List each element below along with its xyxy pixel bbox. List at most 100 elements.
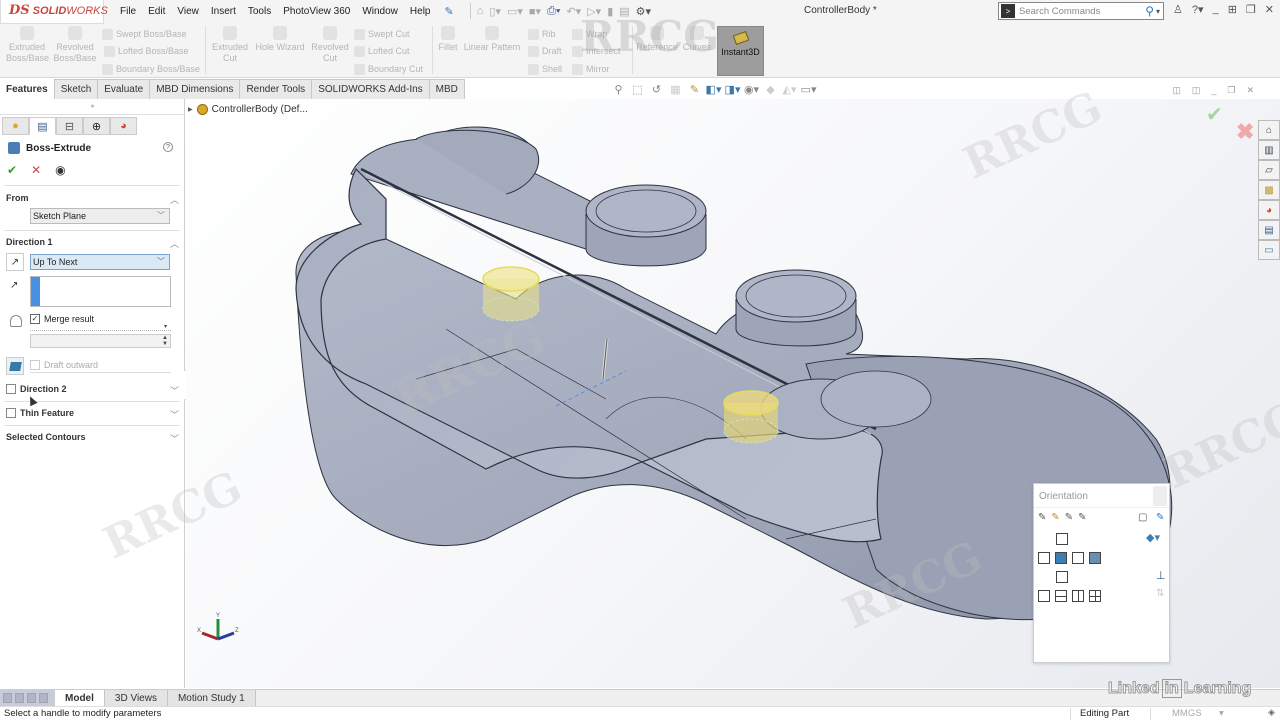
tab-motion-study[interactable]: Motion Study 1: [167, 690, 256, 706]
pin-menu-icon[interactable]: ✎: [444, 5, 453, 18]
menu-tools[interactable]: Tools: [248, 6, 271, 17]
isometric-dropdown-icon[interactable]: ◆▾: [1146, 531, 1160, 544]
unit-system-selector[interactable]: MMGS: [1172, 708, 1202, 719]
curves-button[interactable]: Curves: [680, 26, 714, 53]
help-icon[interactable]: ?▾: [1192, 3, 1204, 16]
expand-chevron-icon[interactable]: ﹀: [170, 432, 179, 445]
view-orientation-icon[interactable]: ◧▾: [706, 83, 722, 96]
appearances-tab[interactable]: ◕: [1258, 200, 1280, 220]
view-bottom-icon[interactable]: [1056, 571, 1068, 583]
select-icon[interactable]: ▷▾: [587, 5, 601, 18]
view-front-icon[interactable]: [1055, 552, 1067, 564]
pin-dialog-icon[interactable]: ✎: [1156, 512, 1164, 523]
boundary-boss-button[interactable]: Boundary Boss/Base: [102, 64, 200, 76]
minimize-icon[interactable]: _: [1213, 3, 1219, 16]
mirror-button[interactable]: Mirror: [572, 64, 610, 76]
tab-evaluate[interactable]: Evaluate: [98, 79, 151, 99]
undo-icon[interactable]: ↶▾: [566, 5, 581, 18]
menu-file[interactable]: File: [120, 6, 136, 17]
dimxpert-manager-tab[interactable]: ⊕: [83, 117, 110, 135]
lofted-boss-button[interactable]: Lofted Boss/Base: [104, 46, 189, 58]
view-settings-icon[interactable]: ▭▾: [801, 83, 817, 96]
hide-show-items-icon[interactable]: ◉▾: [744, 83, 759, 96]
file-explorer-tab[interactable]: ▱: [1258, 160, 1280, 180]
reset-standard-views-icon[interactable]: ✎: [1065, 512, 1073, 523]
ok-checkmark-icon[interactable]: ✔: [7, 163, 17, 177]
feature-manager-tab[interactable]: ●: [2, 117, 29, 135]
update-standard-views-icon[interactable]: ✎: [1051, 512, 1059, 523]
tab-model[interactable]: Model: [55, 690, 105, 706]
fillet-button[interactable]: Fillet: [436, 26, 460, 53]
two-view-horizontal-icon[interactable]: [1055, 590, 1067, 602]
tab-mbd[interactable]: MBD: [429, 79, 465, 99]
zoom-to-area-icon[interactable]: ⬚: [631, 83, 644, 96]
save-icon[interactable]: ■▾: [529, 5, 541, 18]
instant3d-button[interactable]: Instant3D: [717, 26, 764, 76]
orientation-close-button[interactable]: [1153, 486, 1167, 506]
configuration-manager-tab[interactable]: ⊟: [56, 117, 83, 135]
intersect-button[interactable]: Intersect: [572, 46, 621, 58]
search-dropdown-icon[interactable]: ▾: [1156, 7, 1160, 16]
single-view-icon[interactable]: [1038, 590, 1050, 602]
tile-icon[interactable]: ⊞: [1228, 3, 1237, 16]
from-group-header[interactable]: From ︿: [6, 193, 179, 206]
zoom-to-fit-icon[interactable]: ⚲: [612, 83, 625, 96]
expand-chevron-icon[interactable]: ﹀: [170, 384, 179, 397]
menu-insert[interactable]: Insert: [211, 6, 236, 17]
extrude-preview-2[interactable]: [723, 390, 779, 444]
confirm-ok-icon[interactable]: ✔: [1206, 102, 1223, 127]
new-document-icon[interactable]: ▯▾: [489, 5, 501, 18]
tab-mbd-dimensions[interactable]: MBD Dimensions: [150, 79, 241, 99]
viewport-restore-icon[interactable]: ❐: [1227, 85, 1235, 96]
merge-result-check[interactable]: ✓: [30, 314, 40, 324]
reverse-direction-button[interactable]: ↗: [6, 253, 24, 271]
collapse-chevron-icon[interactable]: ︿: [170, 237, 179, 250]
units-dropdown-icon[interactable]: ▾: [1219, 708, 1224, 719]
revolved-boss-button[interactable]: Revolved Boss/Base: [53, 26, 97, 64]
cancel-x-icon[interactable]: ✕: [31, 163, 41, 177]
from-select[interactable]: Sketch Plane ﹀: [30, 208, 170, 224]
display-style-icon[interactable]: ◨▾: [725, 83, 741, 96]
section-view-icon[interactable]: ▦: [669, 83, 682, 96]
view-top-icon[interactable]: [1056, 533, 1068, 545]
new-view-icon[interactable]: ✎: [1038, 512, 1046, 523]
selected-contours-header[interactable]: Selected Contours ﹀: [6, 432, 179, 445]
solidworks-resources-tab[interactable]: ⌂: [1258, 120, 1280, 140]
shell-button[interactable]: Shell: [528, 64, 562, 76]
view-left-icon[interactable]: [1038, 552, 1050, 564]
spinner-arrows-icon[interactable]: ▲ ▼: [162, 335, 168, 347]
view-back-icon[interactable]: [1089, 552, 1101, 564]
options-gear-icon[interactable]: ⚙▾: [636, 5, 651, 18]
prev-window-icon[interactable]: ◫: [1172, 85, 1181, 96]
previous-view-icon[interactable]: ↺: [650, 83, 663, 96]
menu-window[interactable]: Window: [362, 6, 398, 17]
tab-solidworks-addins[interactable]: SOLIDWORKS Add-Ins: [312, 79, 430, 99]
menu-help[interactable]: Help: [410, 6, 431, 17]
thin-feature-checkbox[interactable]: Thin Feature: [6, 408, 74, 418]
graphics-area[interactable]: ▶ ControllerBody (Def... ✔ ✖ Y X Z Orien…: [186, 99, 1280, 688]
normal-to-icon[interactable]: ⊥: [1156, 569, 1166, 582]
viewport-minimize-icon[interactable]: _: [1211, 85, 1216, 96]
direction2-checkbox[interactable]: Direction 2: [6, 384, 67, 394]
rib-button[interactable]: Rib: [528, 29, 556, 41]
file-properties-icon[interactable]: ▤: [619, 5, 629, 18]
link-views-icon[interactable]: ⇅: [1156, 588, 1164, 599]
panel-splitter[interactable]: ●: [0, 99, 185, 115]
next-window-icon[interactable]: ◫: [1192, 85, 1201, 96]
depth-spinner[interactable]: ▲ ▼: [30, 334, 171, 348]
view-cube-toggle-icon[interactable]: ▢: [1138, 512, 1147, 523]
revolved-cut-button[interactable]: Revolved Cut: [309, 26, 351, 64]
four-view-icon[interactable]: [1089, 590, 1101, 602]
forum-tab[interactable]: ▭: [1258, 240, 1280, 260]
tab-scroll-arrows[interactable]: [0, 690, 55, 706]
close-icon[interactable]: ✕: [1265, 3, 1274, 16]
open-icon[interactable]: ▭▾: [507, 5, 523, 18]
dynamic-annotation-icon[interactable]: ✎: [688, 83, 701, 96]
home-icon[interactable]: ⌂: [477, 5, 484, 17]
apply-scene-icon[interactable]: ◭▾: [783, 83, 797, 96]
edit-appearance-icon[interactable]: ◆: [764, 83, 777, 96]
direction-vector-selection-box[interactable]: [30, 276, 171, 307]
merge-result-checkbox[interactable]: ✓ Merge result: [30, 314, 94, 324]
tab-render-tools[interactable]: Render Tools: [240, 79, 313, 99]
extruded-boss-button[interactable]: Extruded Boss/Base: [6, 26, 49, 64]
